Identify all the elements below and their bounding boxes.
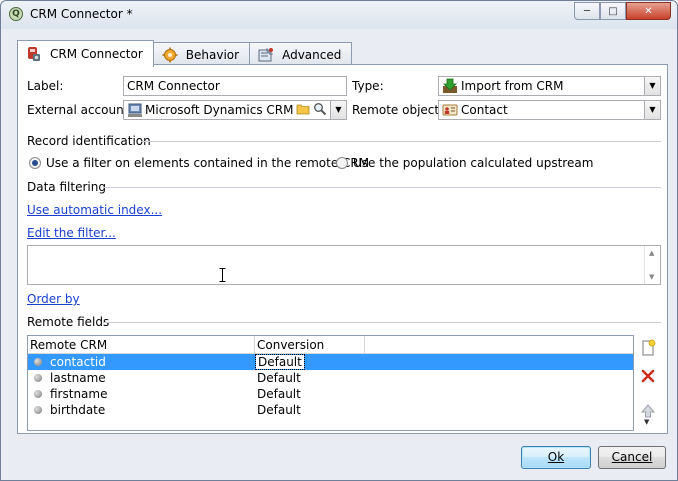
radio-button[interactable] [336, 157, 348, 169]
chevron-down-icon[interactable]: ▼ [330, 101, 346, 119]
scroll-up-icon[interactable]: ▲ [649, 249, 654, 257]
field-bullet-icon [34, 390, 42, 398]
section-divider [103, 322, 661, 323]
add-field-button[interactable] [639, 339, 657, 357]
window-title: CRM Connector * [30, 7, 133, 21]
remote-field-name: firstname [50, 387, 108, 401]
section-divider [141, 141, 661, 142]
tab-label: Behavior [185, 47, 240, 62]
chevron-down-icon[interactable]: ▼ [644, 77, 660, 95]
table-row[interactable]: lastname Default [28, 370, 633, 386]
radio-filter-remote[interactable]: Use a filter on elements contained in th… [29, 156, 369, 170]
ok-label: Ok [547, 450, 565, 464]
vertical-scrollbar[interactable]: ▲ ▼ [644, 246, 660, 284]
gear-icon [162, 47, 178, 63]
column-header-conversion[interactable]: Conversion [257, 338, 324, 352]
import-arrow-icon [442, 78, 458, 95]
tab-panel: Label: CRM Connector Type: Import from C… [17, 64, 668, 434]
folder-icon[interactable] [296, 102, 310, 119]
type-select[interactable]: Import from CRM ▼ [438, 76, 661, 96]
data-filtering-heading: Data filtering [27, 180, 106, 194]
column-separator[interactable] [254, 336, 255, 354]
move-down-icon[interactable]: ▼ [644, 418, 652, 426]
tab-crm-connector[interactable]: CRM Connector [17, 40, 154, 67]
table-row[interactable]: firstname Default [28, 386, 633, 402]
contact-card-icon [442, 102, 458, 119]
tab-label: Advanced [282, 47, 342, 62]
type-caption: Type: [352, 79, 384, 93]
ok-button[interactable]: Ok [521, 446, 591, 469]
conversion-value[interactable]: Default [255, 354, 305, 370]
radio-label: Use a filter on elements contained in th… [46, 156, 370, 170]
delete-x-icon [641, 369, 655, 383]
minimize-button[interactable]: ─ [574, 2, 600, 20]
label-input[interactable]: CRM Connector [123, 76, 347, 96]
app-icon: Q [9, 7, 23, 21]
cancel-button[interactable]: Cancel [598, 446, 666, 469]
field-bullet-icon [34, 358, 42, 366]
new-document-icon [642, 339, 656, 356]
field-bullet-icon [34, 406, 42, 414]
chevron-down-icon[interactable]: ▼ [644, 101, 660, 119]
grid-header: Remote CRM Conversion [28, 336, 633, 354]
record-identification-heading: Record identification [27, 134, 151, 148]
maximize-button[interactable]: □ [600, 2, 626, 20]
remote-object-caption: Remote object: [352, 103, 444, 117]
field-bullet-icon [34, 374, 42, 382]
column-separator[interactable] [364, 336, 365, 354]
radio-population-upstream[interactable]: Use the population calculated upstream [336, 156, 593, 170]
edit-filter-link[interactable]: Edit the filter... [27, 226, 116, 240]
remote-object-value: Contact [461, 103, 508, 117]
column-header-remote-crm[interactable]: Remote CRM [30, 338, 107, 352]
remote-field-name: contactid [50, 355, 106, 369]
section-divider [103, 187, 661, 188]
dialog-window: Q CRM Connector * ─ □ ✕ CRM Connector Be… [0, 0, 678, 481]
conversion-value[interactable]: Default [257, 371, 301, 385]
radio-label: Use the population calculated upstream [353, 156, 594, 170]
server-icon [127, 102, 143, 119]
use-automatic-index-link[interactable]: Use automatic index... [27, 203, 162, 217]
tab-label: CRM Connector [50, 47, 143, 61]
text-cursor-icon [219, 268, 226, 282]
cancel-label: Cancel [611, 450, 653, 464]
settings-wrench-icon [258, 47, 274, 63]
search-icon[interactable] [313, 102, 327, 119]
close-button[interactable]: ✕ [626, 2, 671, 20]
filter-text-area[interactable]: ▲ ▼ [27, 245, 661, 285]
table-row[interactable]: contactid Default [28, 354, 633, 370]
crm-connector-icon [26, 46, 42, 62]
table-row[interactable]: birthdate Default [28, 402, 633, 418]
remote-object-select[interactable]: Contact ▼ [438, 100, 661, 120]
scroll-down-icon[interactable]: ▼ [649, 273, 654, 281]
tab-bar: CRM Connector Behavior Advanced [17, 40, 353, 67]
remote-field-name: birthdate [50, 403, 106, 417]
remote-fields-grid[interactable]: Remote CRM Conversion contactid Default … [27, 335, 634, 431]
external-account-caption: External account: [27, 103, 133, 117]
window-controls: ─ □ ✕ [574, 2, 671, 20]
external-account-value: Microsoft Dynamics CRM [145, 103, 294, 117]
external-account-field[interactable]: Microsoft Dynamics CRM ▼ [123, 100, 347, 120]
remote-field-name: lastname [50, 371, 106, 385]
delete-field-button[interactable] [639, 367, 657, 385]
title-bar[interactable]: Q CRM Connector * ─ □ ✕ [1, 1, 677, 29]
type-value: Import from CRM [461, 79, 564, 93]
tab-behavior[interactable]: Behavior [152, 42, 251, 66]
order-by-link[interactable]: Order by [27, 292, 80, 306]
label-caption: Label: [27, 79, 64, 93]
radio-button[interactable] [29, 157, 41, 169]
conversion-value[interactable]: Default [257, 403, 301, 417]
tab-advanced[interactable]: Advanced [249, 42, 353, 66]
conversion-value[interactable]: Default [257, 387, 301, 401]
remote-fields-heading: Remote fields [27, 315, 110, 329]
